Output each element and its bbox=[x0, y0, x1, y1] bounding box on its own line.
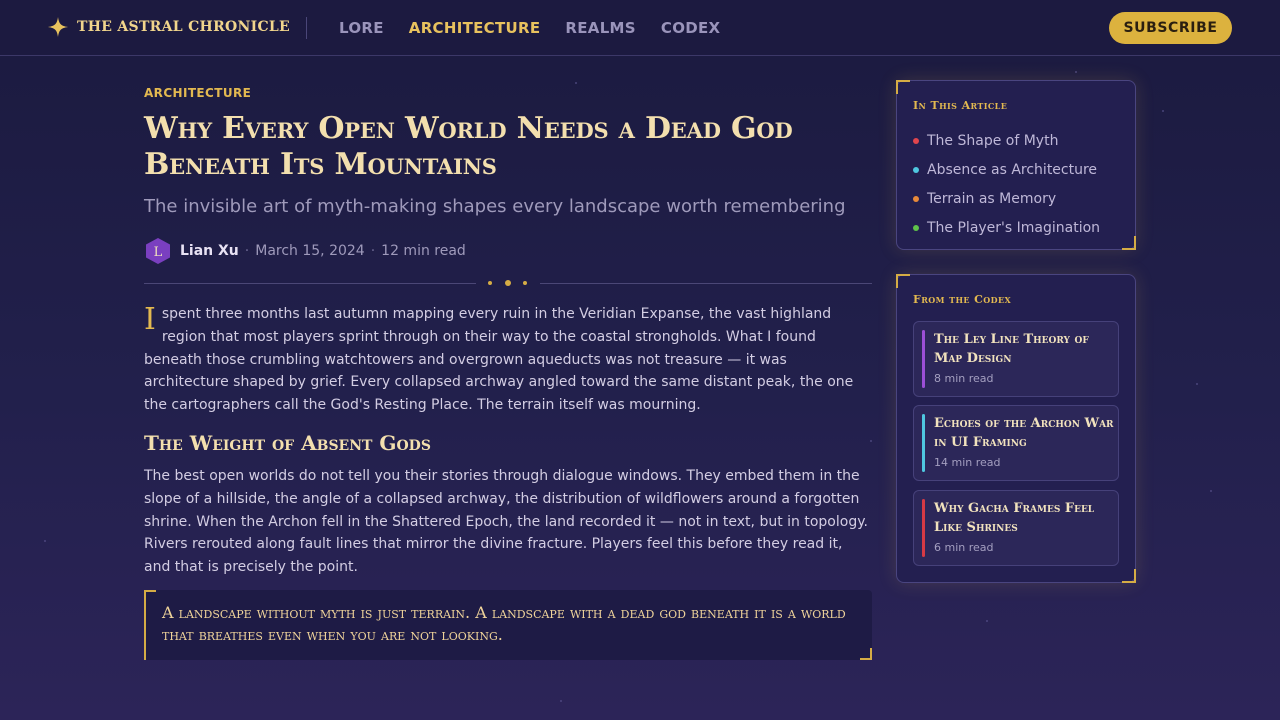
toc-list: The Shape of Myth Absence as Architectur… bbox=[913, 126, 1100, 242]
codex-card: From the Codex The Ley Line Theory of Ma… bbox=[896, 274, 1136, 583]
corner-bracket bbox=[896, 274, 910, 288]
codex-title: From the Codex bbox=[913, 293, 1012, 306]
codex-article-title: The Ley Line Theory of Map Design bbox=[934, 332, 1089, 366]
byline-separator: · bbox=[244, 243, 250, 259]
byline: L Lian Xu · March 15, 2024 · 12 min read bbox=[144, 237, 466, 265]
publish-date: March 15, 2024 bbox=[255, 243, 365, 259]
brand-name: THE ASTRAL CHRONICLE bbox=[77, 19, 290, 35]
nav-item-realms[interactable]: REALMS bbox=[565, 19, 636, 37]
article-category[interactable]: ARCHITECTURE bbox=[144, 86, 251, 100]
toc-item[interactable]: Terrain as Memory bbox=[913, 184, 1100, 213]
byline-separator: · bbox=[370, 243, 376, 259]
codex-read-time: 6 min read bbox=[934, 541, 994, 554]
pull-quote: A landscape without myth is just terrain… bbox=[144, 590, 872, 660]
nav-item-architecture[interactable]: ARCHITECTURE bbox=[409, 19, 541, 37]
article-subtitle: The invisible art of myth-making shapes … bbox=[144, 196, 846, 217]
toc-dot-icon bbox=[913, 166, 919, 173]
toc-item[interactable]: Absence as Architecture bbox=[913, 155, 1100, 184]
article-paragraph: The best open worlds do not tell you the… bbox=[144, 468, 868, 576]
toc-item-label: The Player's Imagination bbox=[927, 219, 1101, 236]
author-initial: L bbox=[154, 245, 163, 260]
top-navigation-bar: THE ASTRAL CHRONICLE LORE ARCHITECTURE R… bbox=[0, 0, 1280, 56]
pull-quote-text: A landscape without myth is just terrain… bbox=[162, 603, 846, 644]
codex-accent-bar bbox=[922, 499, 925, 557]
paragraph-text: spent three months last autumn mapping e… bbox=[144, 306, 854, 414]
codex-accent-bar bbox=[922, 330, 925, 388]
ornamental-divider bbox=[144, 277, 872, 291]
section-heading: The Weight of Absent Gods bbox=[144, 431, 431, 455]
article-title: Why Every Open World Needs a Dead God Be… bbox=[144, 111, 793, 182]
toc-dot-icon bbox=[913, 224, 919, 231]
toc-item-label: Terrain as Memory bbox=[927, 190, 1057, 207]
toc-dot-icon bbox=[913, 195, 919, 202]
brand-logo[interactable]: THE ASTRAL CHRONICLE bbox=[47, 16, 290, 38]
nav-item-lore[interactable]: LORE bbox=[339, 19, 384, 37]
codex-article-title: Echoes of the Archon War in UI Framing bbox=[934, 416, 1114, 450]
nav-item-codex[interactable]: CODEX bbox=[661, 19, 721, 37]
toc-dot-icon bbox=[913, 137, 919, 144]
corner-bracket bbox=[896, 80, 910, 94]
main-nav: LORE ARCHITECTURE REALMS CODEX bbox=[339, 0, 720, 56]
corner-bracket bbox=[1122, 569, 1136, 583]
toc-item[interactable]: The Shape of Myth bbox=[913, 126, 1100, 155]
header-divider bbox=[306, 17, 307, 39]
corner-bracket bbox=[1122, 236, 1136, 250]
toc-item-label: The Shape of Myth bbox=[927, 132, 1059, 149]
table-of-contents-card: In This Article The Shape of Myth Absenc… bbox=[896, 80, 1136, 250]
subscribe-button[interactable]: SUBSCRIBE bbox=[1109, 12, 1232, 44]
codex-read-time: 8 min read bbox=[934, 372, 994, 385]
corner-bracket bbox=[144, 590, 156, 602]
codex-article-link[interactable]: Echoes of the Archon War in UI Framing 1… bbox=[913, 405, 1119, 481]
author-avatar[interactable]: L bbox=[144, 237, 172, 265]
codex-article-link[interactable]: Why Gacha Frames Feel Like Shrines 6 min… bbox=[913, 490, 1119, 566]
codex-article-title: Why Gacha Frames Feel Like Shrines bbox=[934, 501, 1095, 535]
four-point-star-icon bbox=[48, 17, 68, 37]
toc-title: In This Article bbox=[913, 99, 1008, 112]
hexagon-avatar-icon: L bbox=[146, 238, 170, 264]
toc-item[interactable]: The Player's Imagination bbox=[913, 213, 1100, 242]
read-time: 12 min read bbox=[381, 243, 466, 259]
drop-cap: I bbox=[144, 302, 156, 337]
article-paragraph: I spent three months last autumn mapping… bbox=[144, 303, 872, 417]
codex-article-link[interactable]: The Ley Line Theory of Map Design 8 min … bbox=[913, 321, 1119, 397]
corner-bracket bbox=[860, 648, 872, 660]
author-name[interactable]: Lian Xu bbox=[180, 243, 239, 259]
toc-item-label: Absence as Architecture bbox=[927, 161, 1098, 178]
codex-accent-bar bbox=[922, 414, 925, 472]
codex-read-time: 14 min read bbox=[934, 456, 1001, 469]
